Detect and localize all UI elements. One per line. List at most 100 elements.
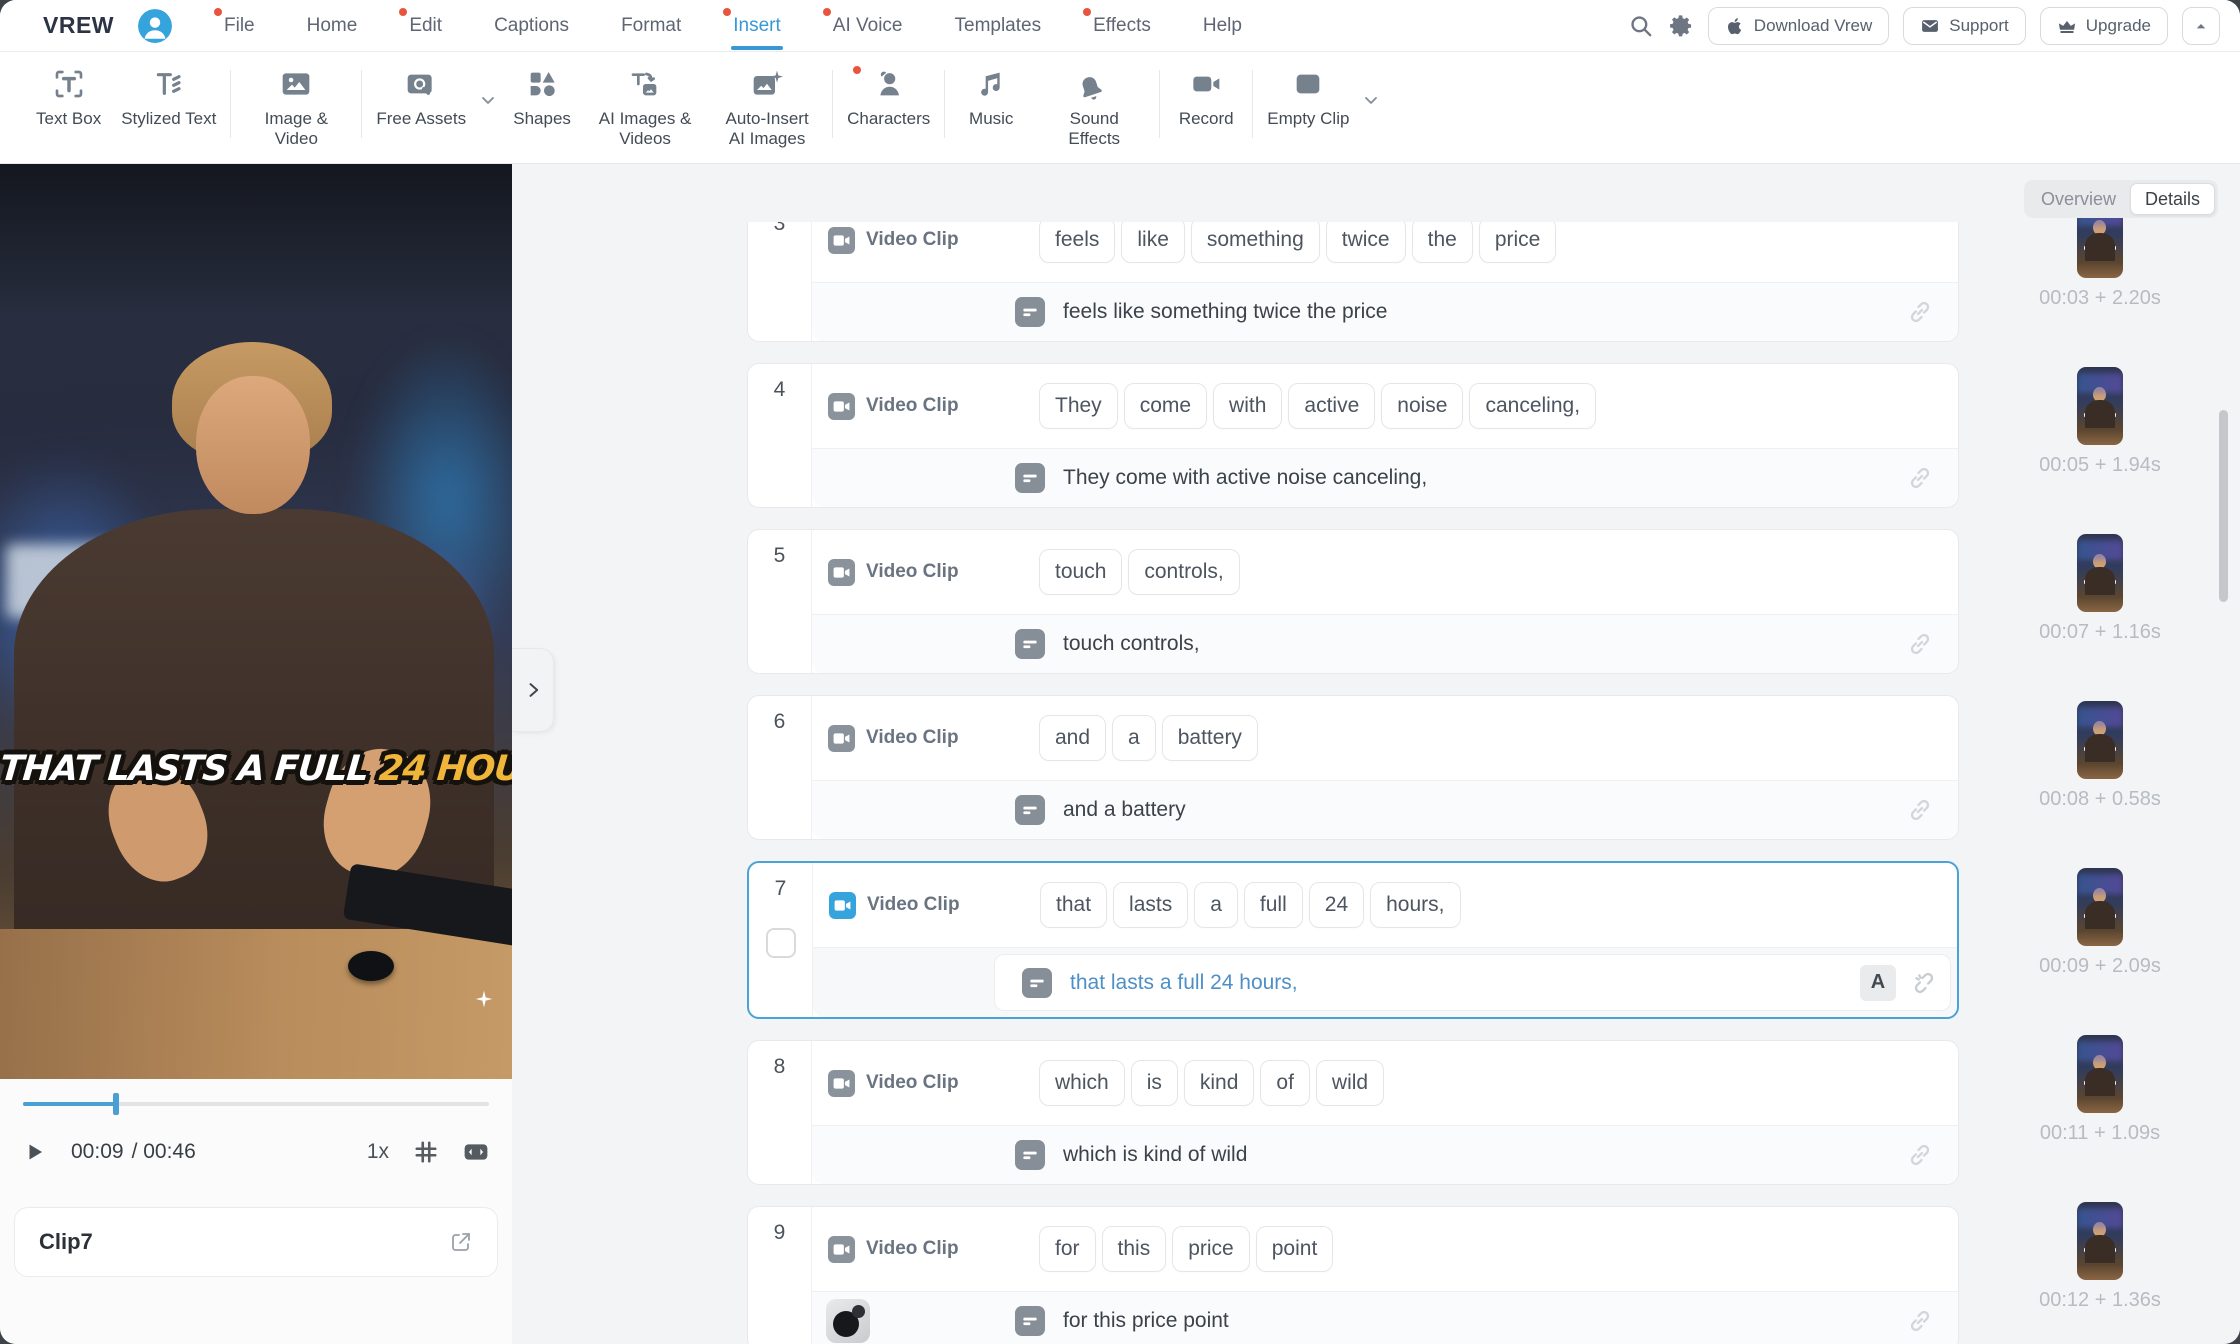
toolbar-item-free-assets[interactable]: Free Assets bbox=[366, 66, 476, 129]
menu-item-home[interactable]: Home bbox=[307, 15, 358, 36]
toolbar-item-ai-images-videos[interactable]: AI Images & Videos bbox=[584, 66, 706, 149]
clip-thumbnail[interactable] bbox=[2077, 367, 2123, 445]
word-chip[interactable]: battery bbox=[1162, 715, 1258, 761]
tab-overview[interactable]: Overview bbox=[2027, 183, 2130, 215]
toolbar-item-text-box[interactable]: Text Box bbox=[26, 66, 111, 129]
link-icon[interactable] bbox=[1906, 464, 1934, 492]
menu-item-ai-voice[interactable]: AI Voice bbox=[833, 15, 903, 36]
support-button[interactable]: Support bbox=[1903, 7, 2026, 45]
word-chip[interactable]: something bbox=[1191, 222, 1320, 263]
menu-item-format[interactable]: Format bbox=[621, 15, 681, 36]
chevron-down-icon[interactable] bbox=[1361, 90, 1381, 110]
word-chip[interactable]: with bbox=[1213, 383, 1282, 429]
clip-thumbnail[interactable] bbox=[2077, 1202, 2123, 1280]
word-chip[interactable]: 24 bbox=[1309, 882, 1364, 928]
play-button[interactable] bbox=[23, 1140, 47, 1164]
word-chip[interactable]: and bbox=[1039, 715, 1106, 761]
upgrade-button[interactable]: Upgrade bbox=[2040, 7, 2168, 45]
caption-text[interactable]: touch controls, bbox=[1063, 632, 1200, 656]
word-chip[interactable]: a bbox=[1194, 882, 1238, 928]
link-icon[interactable] bbox=[1906, 630, 1934, 658]
panel-expand-handle[interactable] bbox=[512, 648, 554, 732]
rail-item[interactable]: 00:07 + 1.16s bbox=[2000, 483, 2200, 650]
scrollbar-thumb[interactable] bbox=[2219, 410, 2228, 602]
view-toggle[interactable]: Overview Details bbox=[2024, 180, 2218, 218]
word-chip[interactable]: They bbox=[1039, 383, 1118, 429]
word-chip[interactable]: touch bbox=[1039, 549, 1122, 595]
external-link-icon[interactable] bbox=[449, 1230, 473, 1254]
menu-item-effects[interactable]: Effects bbox=[1093, 15, 1151, 36]
menu-item-help[interactable]: Help bbox=[1203, 15, 1242, 36]
clip-card-5[interactable]: 5 Video Clip touchcontrols, touch contro… bbox=[747, 529, 1959, 674]
toolbar-item-image-video[interactable]: Image & Video bbox=[235, 66, 357, 149]
clip-card-3[interactable]: 3 Video Clip feelslikesomethingtwicethep… bbox=[747, 222, 1959, 342]
word-chip[interactable]: of bbox=[1260, 1060, 1310, 1106]
word-chip[interactable]: point bbox=[1256, 1226, 1334, 1272]
caption-text[interactable]: which is kind of wild bbox=[1063, 1143, 1247, 1167]
word-chip[interactable]: hours, bbox=[1370, 882, 1460, 928]
rail-item[interactable]: 00:12 + 1.36s bbox=[2000, 1151, 2200, 1318]
toolbar-item-auto-insert-ai-images[interactable]: Auto-Insert AI Images bbox=[706, 66, 828, 149]
word-chip[interactable]: a bbox=[1112, 715, 1156, 761]
video-preview[interactable]: THAT LASTS A FULL 24 HOURS, bbox=[0, 164, 512, 1079]
menu-item-captions[interactable]: Captions bbox=[494, 15, 569, 36]
toolbar-item-empty-clip[interactable]: Empty Clip bbox=[1257, 66, 1359, 129]
link-icon[interactable] bbox=[1906, 1141, 1934, 1169]
clip-name-card[interactable]: Clip7 bbox=[14, 1207, 498, 1277]
tab-details[interactable]: Details bbox=[2130, 183, 2215, 215]
search-icon[interactable] bbox=[1628, 13, 1654, 39]
download-vrew-button[interactable]: Download Vrew bbox=[1708, 7, 1889, 45]
menu-item-templates[interactable]: Templates bbox=[955, 15, 1042, 36]
caption-text[interactable]: feels like something twice the price bbox=[1063, 300, 1388, 324]
clip-card-9[interactable]: 9 Video Clip forthispricepoint for this … bbox=[747, 1206, 1959, 1344]
rail-item[interactable]: 00:11 + 1.09s bbox=[2000, 984, 2200, 1151]
user-avatar[interactable] bbox=[138, 9, 172, 43]
clip-thumbnail[interactable] bbox=[2077, 1035, 2123, 1113]
clip-card-8[interactable]: 8 Video Clip whichiskindofwild which is … bbox=[747, 1040, 1959, 1185]
clip-image-thumbnail[interactable] bbox=[826, 1299, 870, 1343]
toolbar-item-shapes[interactable]: Shapes bbox=[500, 66, 584, 129]
playback-speed-button[interactable]: 1x bbox=[367, 1140, 389, 1164]
menu-item-file[interactable]: File bbox=[224, 15, 255, 36]
word-chip[interactable]: for bbox=[1039, 1226, 1096, 1272]
clip-card-6[interactable]: 6 Video Clip andabattery and a battery bbox=[747, 695, 1959, 840]
unlink-icon[interactable] bbox=[1910, 969, 1938, 997]
word-chip[interactable]: lasts bbox=[1113, 882, 1188, 928]
word-chip[interactable]: twice bbox=[1326, 222, 1406, 263]
grid-icon[interactable] bbox=[413, 1139, 439, 1165]
rail-item[interactable]: 00:05 + 1.94s bbox=[2000, 316, 2200, 483]
link-icon[interactable] bbox=[1906, 298, 1934, 326]
caption-input-box[interactable]: that lasts a full 24 hours, A bbox=[994, 954, 1951, 1011]
word-chip[interactable]: canceling, bbox=[1469, 383, 1596, 429]
collapse-toolbar-button[interactable] bbox=[2182, 7, 2220, 45]
caption-text[interactable]: that lasts a full 24 hours, bbox=[1070, 971, 1298, 995]
clip-card-4[interactable]: 4 Video Clip Theycomewithactivenoisecanc… bbox=[747, 363, 1959, 508]
word-chip[interactable]: the bbox=[1412, 222, 1473, 263]
caption-style-button[interactable]: A bbox=[1860, 965, 1896, 1001]
caption-text[interactable]: and a battery bbox=[1063, 798, 1186, 822]
aspect-ratio-icon[interactable] bbox=[463, 1139, 489, 1165]
word-chip[interactable]: kind bbox=[1184, 1060, 1255, 1106]
chevron-down-icon[interactable] bbox=[478, 90, 498, 110]
caption-text[interactable]: They come with active noise canceling, bbox=[1063, 466, 1427, 490]
rail-item[interactable]: 00:09 + 2.09s bbox=[2000, 817, 2200, 984]
word-chip[interactable]: price bbox=[1172, 1226, 1250, 1272]
rail-item[interactable]: 00:08 + 0.58s bbox=[2000, 650, 2200, 817]
clip-thumbnail[interactable] bbox=[2077, 534, 2123, 612]
rail-item[interactable]: 00:03 + 2.20s bbox=[2000, 149, 2200, 316]
word-chip[interactable]: that bbox=[1040, 882, 1107, 928]
word-chip[interactable]: come bbox=[1124, 383, 1207, 429]
toolbar-item-record[interactable]: Record bbox=[1164, 66, 1248, 129]
word-chip[interactable]: wild bbox=[1316, 1060, 1384, 1106]
clip-thumbnail[interactable] bbox=[2077, 868, 2123, 946]
toolbar-item-music[interactable]: Music bbox=[949, 66, 1033, 129]
menu-item-edit[interactable]: Edit bbox=[409, 15, 442, 36]
word-chip[interactable]: controls, bbox=[1128, 549, 1239, 595]
toolbar-item-stylized-text[interactable]: Stylized Text bbox=[111, 66, 226, 129]
playback-progress-handle[interactable] bbox=[113, 1093, 119, 1115]
menu-item-insert[interactable]: Insert bbox=[733, 15, 781, 36]
word-chip[interactable]: active bbox=[1288, 383, 1375, 429]
word-chip[interactable]: is bbox=[1131, 1060, 1178, 1106]
link-icon[interactable] bbox=[1906, 1307, 1934, 1335]
word-chip[interactable]: which bbox=[1039, 1060, 1125, 1106]
